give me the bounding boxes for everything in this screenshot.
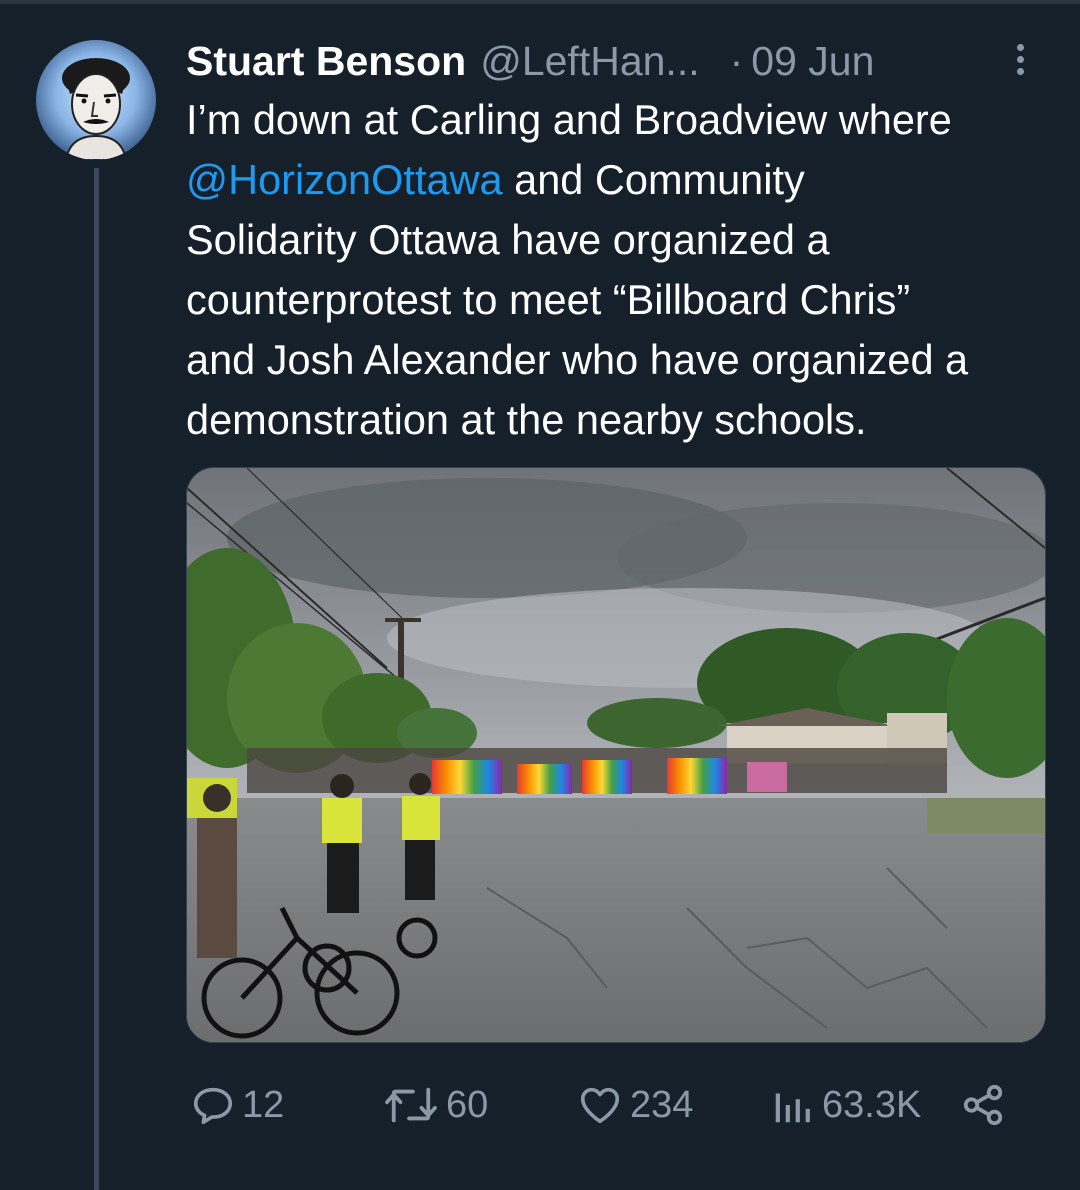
header-separator: · <box>729 37 744 84</box>
more-icon[interactable] <box>1010 40 1030 80</box>
repost-button[interactable]: 60 <box>382 1075 488 1135</box>
tweet-text-line: Solidarity Ottawa have organized a <box>186 216 830 263</box>
views-button[interactable]: 63.3K <box>770 1075 921 1135</box>
author-name[interactable]: Stuart Benson <box>186 38 466 85</box>
like-count: 234 <box>630 1083 694 1126</box>
avatar[interactable] <box>36 40 156 160</box>
share-icon <box>963 1084 1003 1126</box>
tweet-text-fragment: and Community <box>502 156 805 203</box>
author-handle[interactable]: @LeftHan... <box>480 38 699 85</box>
tweet-text-line: counterprotest to meet “Billboard Chris” <box>186 276 911 323</box>
reply-button[interactable]: 12 <box>190 1075 284 1135</box>
tweet-text-line: demonstration at the nearby schools. <box>186 396 867 443</box>
tweet-header: Stuart Benson @LeftHan... · 09 Jun <box>186 36 874 86</box>
tweet-text-line: I’m down at Carling and Broadview where <box>186 96 952 143</box>
views-count: 63.3K <box>822 1083 922 1126</box>
tweet-text-line: @HorizonOttawa and Community <box>186 150 1066 210</box>
avatar-portrait <box>62 58 130 160</box>
like-button[interactable]: 234 <box>576 1075 693 1135</box>
reply-icon <box>193 1087 233 1125</box>
tweet-text: I’m down at Carling and Broadview where … <box>186 90 1066 450</box>
protest-scene-photo <box>187 468 1045 1042</box>
mention-link[interactable]: @HorizonOttawa <box>186 156 503 203</box>
top-divider <box>0 0 1080 4</box>
thread-line <box>94 168 99 1190</box>
heart-icon <box>580 1087 620 1124</box>
tweet-photo[interactable] <box>186 467 1046 1043</box>
reply-count: 12 <box>242 1083 285 1126</box>
share-button[interactable] <box>960 1075 1006 1135</box>
repost-count: 60 <box>446 1083 489 1126</box>
tweet-date[interactable]: 09 Jun <box>751 38 874 85</box>
views-icon <box>775 1093 810 1123</box>
tweet-text-line: and Josh Alexander who have organized a <box>186 336 969 383</box>
action-bar: 12 60 234 63.3K <box>186 1075 1046 1135</box>
repost-icon <box>385 1087 437 1123</box>
